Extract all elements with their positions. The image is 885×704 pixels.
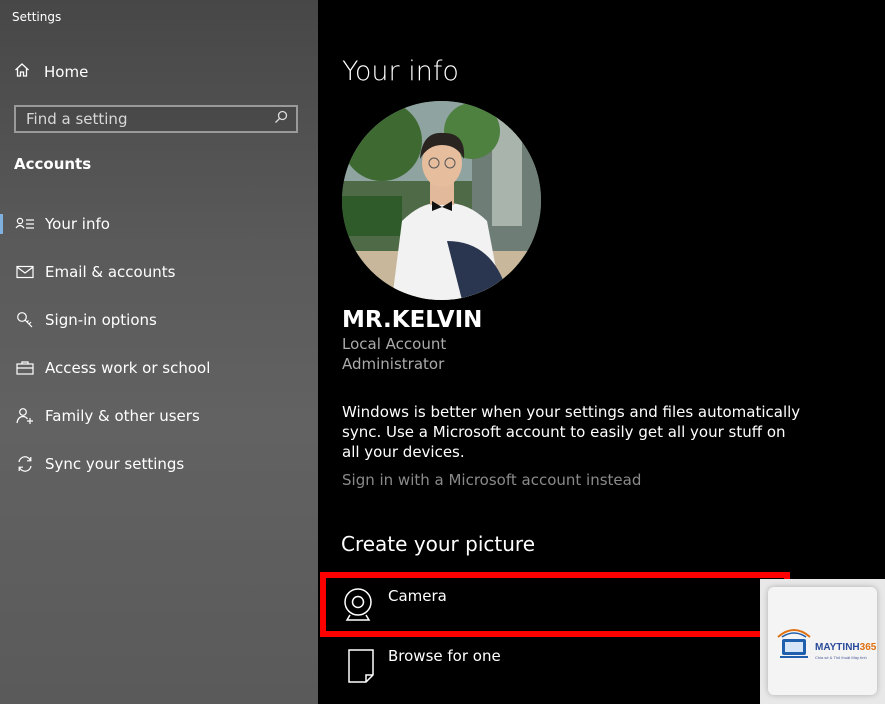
watermark-logo-icon [776,627,814,669]
sidebar-item-access-work[interactable]: Access work or school [0,348,318,388]
sidebar-item-label: Email & accounts [45,263,176,281]
account-role: Administrator [342,355,445,373]
sidebar-item-sign-in-options[interactable]: Sign-in options [0,300,318,340]
watermark-brand-name: MAYTINH [815,642,860,653]
watermark-tagline: Chia sẻ & Thủ thuật Máy tính [815,655,867,660]
user-name: MR.KELVIN [342,307,483,333]
briefcase-icon [13,360,37,376]
account-type: Local Account [342,335,447,353]
home-button[interactable]: Home [14,62,88,82]
sidebar-item-label: Your info [45,215,110,233]
watermark-brand: MAYTINH365 [815,642,876,653]
sidebar: Settings Home Find a setting Accounts Yo… [0,0,318,704]
sync-icon [13,455,37,473]
section-title: Accounts [14,155,92,173]
camera-highlight-box [320,572,790,637]
search-placeholder: Find a setting [26,110,128,128]
sidebar-item-your-info[interactable]: Your info [0,204,318,244]
sidebar-item-family-users[interactable]: Family & other users [0,396,318,436]
file-icon [348,649,374,687]
sidebar-item-label: Sync your settings [45,455,185,473]
sidebar-item-label: Access work or school [45,359,211,377]
sync-message: Windows is better when your settings and… [342,403,801,461]
browse-option[interactable]: Browse for one [318,647,788,703]
search-input[interactable]: Find a setting [14,105,298,133]
home-label: Home [44,63,89,81]
key-icon [13,311,37,329]
window-title: Settings [12,10,62,24]
watermark-brand-suffix: 365 [859,642,877,653]
microsoft-account-link[interactable]: Sign in with a Microsoft account instead [342,471,641,489]
create-picture-title: Create your picture [341,532,535,556]
sidebar-item-email-accounts[interactable]: Email & accounts [0,252,318,292]
search-icon[interactable] [274,110,288,128]
watermark-card: MAYTINH365 Chia sẻ & Thủ thuật Máy tính [768,587,877,695]
email-icon [13,265,37,279]
sidebar-item-label: Sign-in options [45,311,157,329]
browse-label: Browse for one [388,647,501,665]
watermark: MAYTINH365 Chia sẻ & Thủ thuật Máy tính [760,579,885,704]
your-info-icon [13,216,37,232]
avatar [342,101,541,300]
home-icon [14,62,30,82]
add-person-icon [13,407,37,425]
sidebar-item-sync-settings[interactable]: Sync your settings [0,444,318,484]
sidebar-item-label: Family & other users [45,407,200,425]
page-title: Your info [342,56,459,87]
